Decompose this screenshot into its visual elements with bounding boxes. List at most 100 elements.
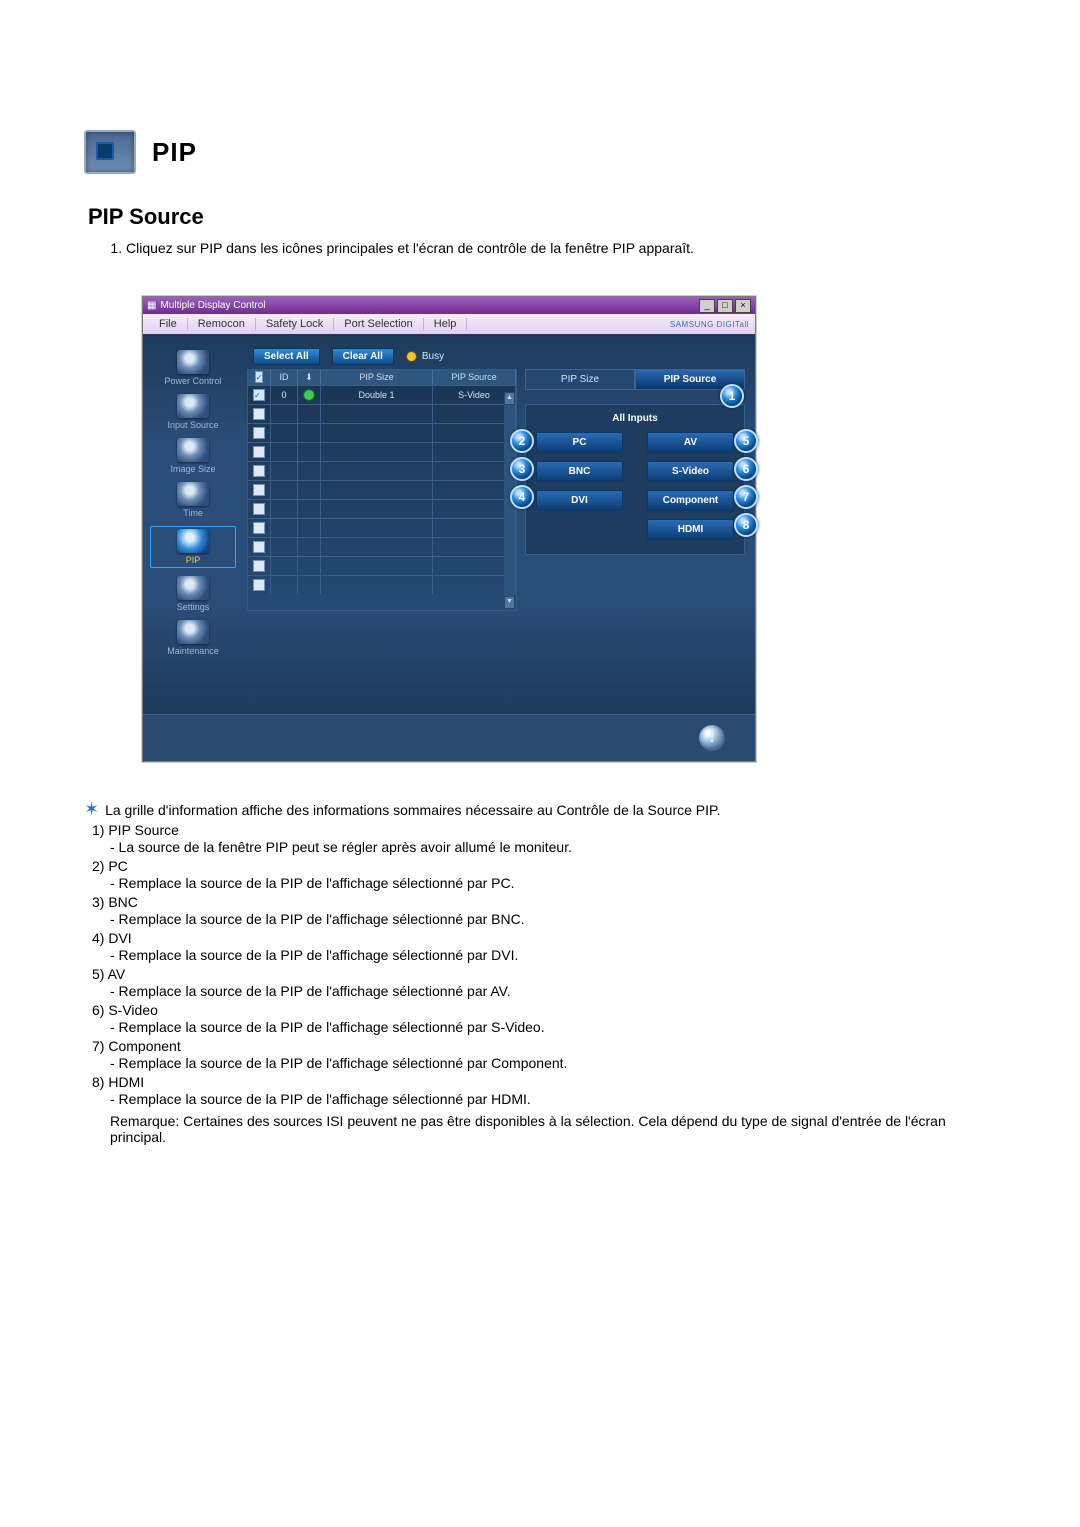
sidebar-label-image: Image Size [170,464,215,474]
row-checkbox-icon[interactable] [253,579,265,591]
list-body: - Remplace la source de la PIP de l'affi… [110,1091,996,1107]
list-body: - La source de la fenêtre PIP peut se ré… [110,839,996,855]
source-dvi-button[interactable]: DVI [536,490,623,511]
clear-all-button[interactable]: Clear All [332,348,394,365]
row-checkbox-icon[interactable] [253,389,265,401]
table-row[interactable]: 0 Double 1 S-Video [248,385,516,404]
menu-port-selection[interactable]: Port Selection [334,318,423,330]
source-svideo-button[interactable]: S-Video [647,461,734,482]
source-grid: PC AV BNC S-Video DVI Component HDMI 1 2 [536,432,734,540]
star-text: La grille d'information affiche des info… [105,802,720,818]
instruction-item: Cliquez sur PIP dans les icônes principa… [126,240,996,256]
row-checkbox-icon[interactable] [253,446,265,458]
sidebar: Power Control Input Source Image Size Ti… [143,334,243,714]
list-body: - Remplace la source de la PIP de l'affi… [110,947,996,963]
list-head: PC [108,858,127,874]
sidebar-item-pip[interactable]: PIP [150,526,236,568]
callout-3: 3 [510,457,534,481]
source-hdmi-button[interactable]: HDMI [647,519,734,540]
app-window: ▦ Multiple Display Control _ □ × File Re… [142,296,756,762]
tab-row: PIP Size PIP Source [525,369,745,390]
list-head: S-Video [108,1002,158,1018]
list-body: - Remplace la source de la PIP de l'affi… [110,983,996,999]
sidebar-item-image[interactable]: Image Size [153,438,233,474]
col-status: ⬇ [298,370,321,385]
list-body: - Remplace la source de la PIP de l'affi… [110,911,996,927]
callout-1: 1 [720,384,744,408]
callout-6: 6 [734,457,758,481]
table-row[interactable] [248,423,516,442]
maintenance-icon [177,620,209,644]
table-row[interactable] [248,518,516,537]
row-checkbox-icon[interactable] [253,427,265,439]
source-av-button[interactable]: AV [647,432,734,453]
info-icon[interactable] [699,725,725,751]
star-note: ✶ La grille d'information affiche des in… [84,802,996,818]
table-row[interactable] [248,480,516,499]
tab-pip-size[interactable]: PIP Size [525,369,635,390]
table-row[interactable] [248,442,516,461]
table-row[interactable] [248,461,516,480]
device-grid: ID ⬇ PIP Size PIP Source 0 Double 1 S-Vi… [247,369,517,611]
section-heading: PIP Source [88,204,996,230]
row-checkbox-icon[interactable] [253,465,265,477]
sidebar-item-time[interactable]: Time [153,482,233,518]
toolbar: Select All Clear All Busy [247,344,745,369]
row-checkbox-icon[interactable] [253,408,265,420]
callout-2: 2 [510,429,534,453]
pip-monitor-icon [84,130,136,174]
header-checkbox-icon[interactable] [255,371,264,383]
settings-icon [177,576,209,600]
callout-5: 5 [734,429,758,453]
table-row[interactable] [248,404,516,423]
list-body: - Remplace la source de la PIP de l'affi… [110,875,996,891]
power-icon [177,350,209,374]
sidebar-item-settings[interactable]: Settings [153,576,233,612]
list-num: 1) [92,822,104,838]
col-check [248,370,271,385]
row-checkbox-icon[interactable] [253,503,265,515]
table-row[interactable] [248,499,516,518]
list-num: 4) [92,930,104,946]
table-row[interactable] [248,575,516,594]
row-checkbox-icon[interactable] [253,484,265,496]
sidebar-item-input[interactable]: Input Source [153,394,233,430]
menu-remocon[interactable]: Remocon [188,318,256,330]
list-num: 5) [92,966,104,982]
row-checkbox-icon[interactable] [253,541,265,553]
list-head: DVI [108,930,131,946]
busy-dot-icon [406,351,417,362]
table-row[interactable] [248,537,516,556]
maximize-icon[interactable]: □ [717,299,733,313]
menu-safety-lock[interactable]: Safety Lock [256,318,334,330]
list-head: BNC [108,894,138,910]
list-body: - Remplace la source de la PIP de l'affi… [110,1055,996,1071]
row-checkbox-icon[interactable] [253,522,265,534]
source-bnc-button[interactable]: BNC [536,461,623,482]
list-head: PIP Source [108,822,179,838]
list-num: 8) [92,1074,104,1090]
close-icon[interactable]: × [735,299,751,313]
minimize-icon[interactable]: _ [699,299,715,313]
all-inputs-panel: All Inputs PC AV BNC S-Video DVI Compone… [525,404,745,555]
col-pip-source: PIP Source [433,370,516,385]
grid-header: ID ⬇ PIP Size PIP Source [248,370,516,385]
source-component-button[interactable]: Component [647,490,734,511]
panel-title: All Inputs [536,413,734,424]
source-pc-button[interactable]: PC [536,432,623,453]
select-all-button[interactable]: Select All [253,348,320,365]
list-body: - Remplace la source de la PIP de l'affi… [110,1019,996,1035]
col-id: ID [271,370,298,385]
menu-help[interactable]: Help [424,318,468,330]
menu-file[interactable]: File [149,318,188,330]
scroll-down-icon[interactable]: ▼ [504,596,515,609]
row-checkbox-icon[interactable] [253,560,265,572]
list-head: Component [108,1038,180,1054]
sidebar-item-maintenance[interactable]: Maintenance [153,620,233,656]
list-head: HDMI [108,1074,144,1090]
table-row[interactable] [248,556,516,575]
status-dot-icon [303,389,315,401]
page-title-row: PIP [84,130,996,174]
sidebar-item-power[interactable]: Power Control [153,350,233,386]
scroll-up-icon[interactable]: ▲ [504,392,515,405]
